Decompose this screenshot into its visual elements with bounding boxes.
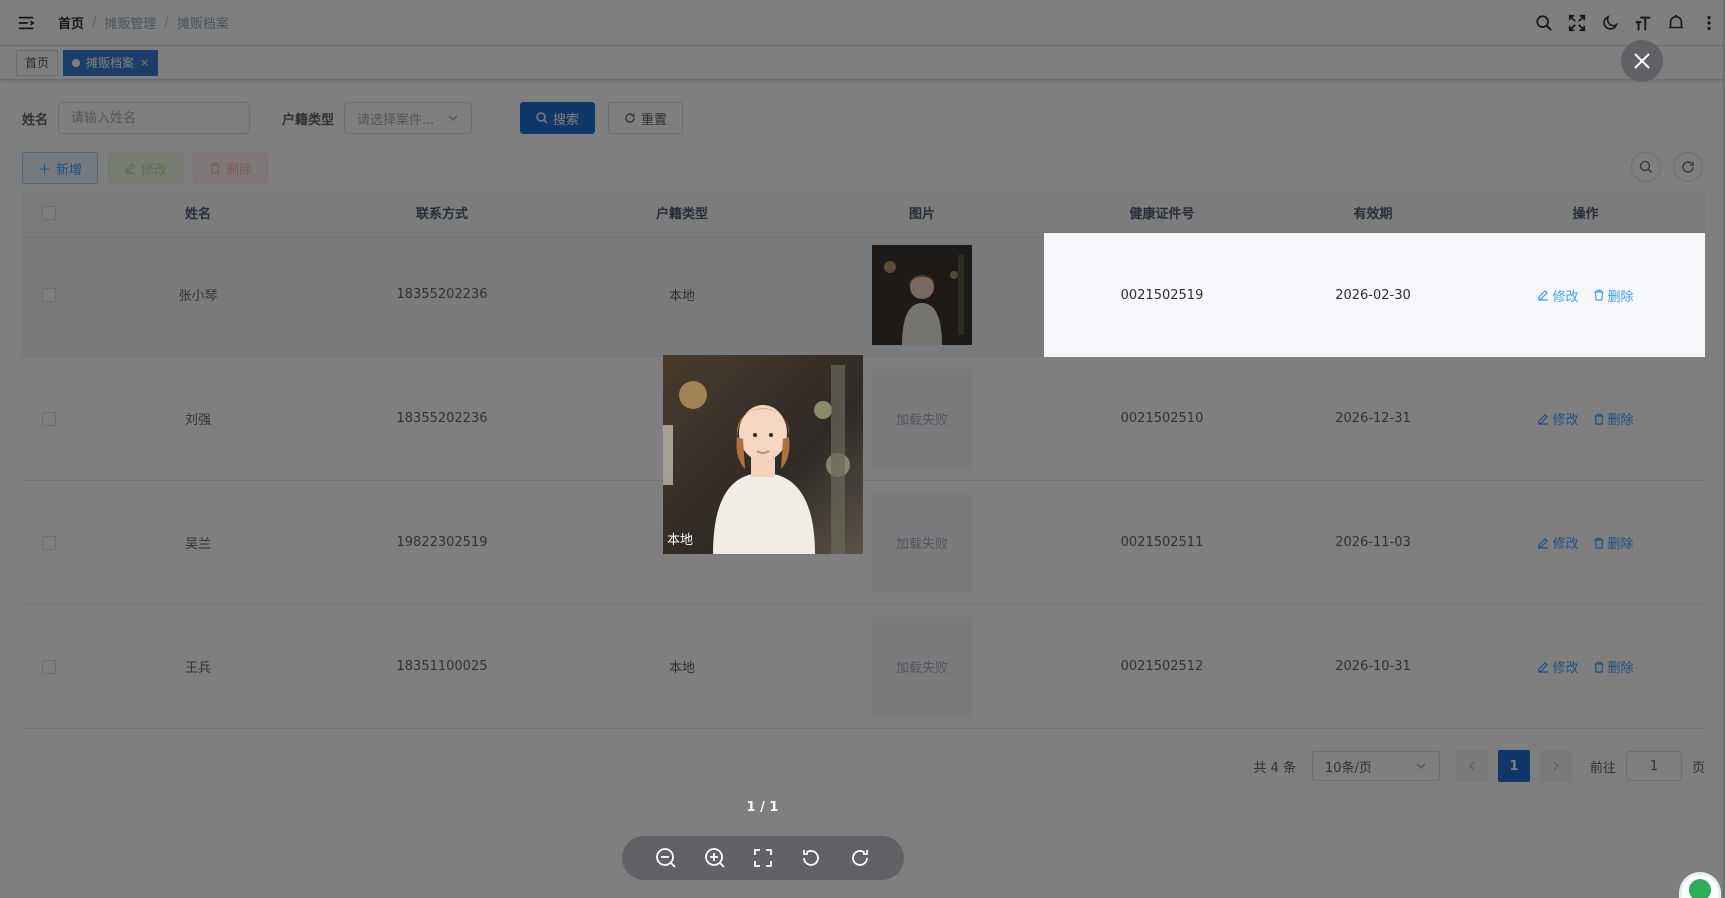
viewer-image-overlay-text: 本地 — [667, 533, 694, 548]
fullscreen-icon[interactable] — [749, 844, 777, 872]
close-icon — [1634, 53, 1650, 69]
row-delete-link[interactable]: 删除 — [1593, 286, 1634, 305]
rotate-left-icon[interactable] — [797, 844, 825, 872]
trash-icon — [1594, 289, 1603, 301]
zoom-in-icon[interactable] — [701, 844, 729, 872]
viewer-counter: 1 / 1 — [746, 800, 779, 815]
zoom-out-icon[interactable] — [652, 844, 680, 872]
edit-icon — [1538, 290, 1549, 301]
rotate-right-icon[interactable] — [846, 844, 874, 872]
portrait-photo-image — [663, 355, 863, 554]
row-hover-highlight: 0021502519 2026-02-30 修改 删除 — [1044, 233, 1705, 357]
viewer-preview-image[interactable]: 本地 — [663, 355, 863, 554]
row-edit-link[interactable]: 修改 — [1537, 286, 1579, 305]
row-delete-label: 删除 — [1607, 289, 1634, 305]
row-edit-label: 修改 — [1552, 289, 1579, 305]
cell-operations: 修改 删除 — [1466, 233, 1705, 357]
logo-icon — [1689, 879, 1711, 898]
viewer-action-bar — [622, 836, 904, 880]
cell-expiry: 2026-02-30 — [1335, 287, 1411, 303]
cell-health-cert: 0021502519 — [1120, 287, 1204, 303]
viewer-close-button[interactable] — [1621, 40, 1663, 82]
